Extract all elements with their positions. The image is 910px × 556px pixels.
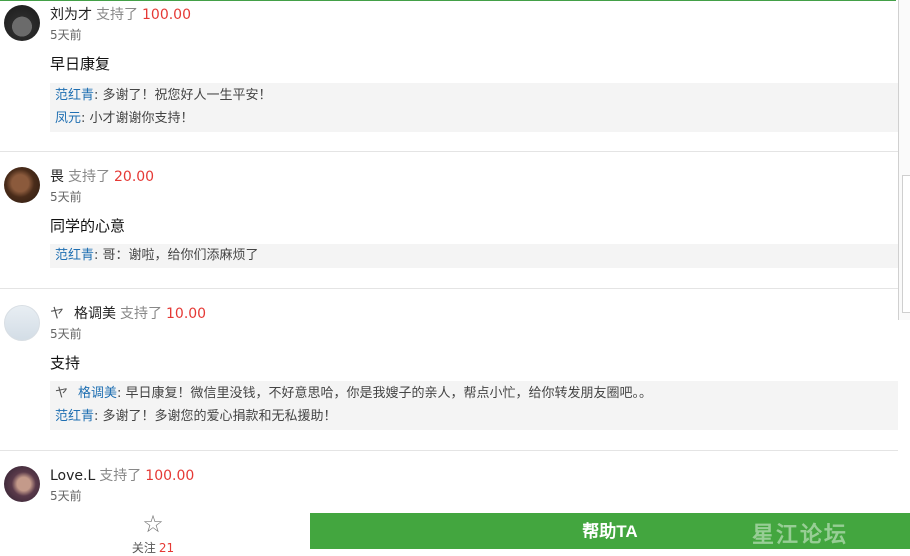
reply-user[interactable]: 范红青 [55, 409, 94, 424]
user-prefix: ヤ [50, 306, 64, 322]
avatar[interactable] [4, 305, 40, 341]
support-verb: 支持了 [68, 169, 110, 185]
comment-item: 刘为才 支持了 100.00 5天前 早日康复 范红青: 多谢了！祝您好人一生平安！… [0, 0, 898, 152]
support-verb: 支持了 [99, 468, 142, 484]
reply-item: ヤ格调美: 早日康复！微信里没钱，不好意思哈，你是我嫂子的亲人，帮点小忙，给你转… [50, 382, 898, 405]
reply-user[interactable]: 凤元 [55, 111, 81, 126]
follow-label: 关注 [131, 541, 156, 555]
comment-header: 畏支持了 20.00 [50, 166, 154, 186]
comment-feed: 刘为才 支持了 100.00 5天前 早日康复 范红青: 多谢了！祝您好人一生平安！… [0, 0, 898, 511]
user-name[interactable]: Love.L [50, 468, 95, 484]
support-verb: 支持了 [120, 306, 162, 322]
user-name[interactable]: 畏 [50, 169, 64, 185]
support-amount: 10.00 [166, 306, 207, 322]
reply-text: : 多谢了！多谢您的爱心捐款和无私援助！ [94, 409, 337, 424]
comment-message: 支持 [50, 354, 81, 372]
reply-list: 范红青: 哥：谢啦，给你们添麻烦了 [50, 244, 898, 268]
reply-item: 范红青: 哥：谢啦，给你们添麻烦了 [50, 244, 898, 267]
reply-text: : 早日康复！微信里没钱，不好意思哈，你是我嫂子的亲人，帮点小忙，给你转发朋友圈… [117, 386, 653, 401]
support-amount: 100.00 [142, 7, 191, 23]
comment-message: 同学的心意 [50, 217, 126, 235]
follow-button[interactable]: ☆ 关注 21 [128, 511, 178, 556]
avatar[interactable] [4, 167, 40, 203]
side-panel-box [902, 175, 910, 313]
reply-user[interactable]: 范红青 [55, 248, 94, 263]
user-name[interactable]: 格调美 [74, 306, 116, 322]
comment-time: 5天前 [50, 28, 82, 42]
comment-header: Love.L 支持了 100.00 [50, 465, 194, 485]
comment-item: ヤ格调美 支持了 10.00 5天前 支持 ヤ格调美: 早日康复！微信里没钱，不好意… [0, 289, 898, 451]
reply-item: 范红青: 多谢了！祝您好人一生平安！ [50, 84, 898, 107]
avatar[interactable] [4, 466, 40, 502]
watermark: 星江论坛 [752, 523, 849, 548]
support-amount: 20.00 [114, 169, 155, 185]
reply-text: : 多谢了！祝您好人一生平安！ [94, 88, 272, 103]
reply-list: 范红青: 多谢了！祝您好人一生平安！ 凤元: 小才谢谢你支持！ [50, 83, 898, 132]
support-verb: 支持了 [96, 7, 138, 23]
reply-user[interactable]: 范红青 [55, 88, 94, 103]
comment-header: ヤ格调美 支持了 10.00 [50, 303, 206, 323]
follow-count: 21 [158, 541, 175, 555]
reply-text: : 小才谢谢你支持！ [81, 111, 194, 126]
avatar[interactable] [4, 5, 40, 41]
reply-text: : 哥：谢啦，给你们添麻烦了 [94, 248, 259, 263]
bottom-action-bar: ☆ 关注 21 帮助TA 星江论坛 [0, 507, 910, 555]
reply-user[interactable]: 格调美 [78, 386, 117, 401]
comment-item: 畏支持了 20.00 5天前 同学的心意 范红青: 哥：谢啦，给你们添麻烦了 [0, 152, 898, 289]
reply-user-prefix: ヤ [55, 386, 69, 401]
reply-list: ヤ格调美: 早日康复！微信里没钱，不好意思哈，你是我嫂子的亲人，帮点小忙，给你转… [50, 381, 898, 430]
comment-message: 早日康复 [50, 55, 111, 73]
comment-header: 刘为才 支持了 100.00 [50, 4, 191, 24]
support-amount: 100.00 [145, 468, 195, 484]
comment-time: 5天前 [50, 489, 82, 503]
comment-time: 5天前 [50, 190, 82, 204]
user-name[interactable]: 刘为才 [50, 7, 92, 23]
comment-item: Love.L 支持了 100.00 5天前 [0, 451, 898, 511]
comment-time: 5天前 [50, 327, 82, 341]
reply-item: 范红青: 多谢了！多谢您的爱心捐款和无私援助！ [50, 405, 898, 428]
reply-item: 凤元: 小才谢谢你支持！ [50, 107, 898, 130]
star-icon: ☆ [142, 510, 164, 538]
